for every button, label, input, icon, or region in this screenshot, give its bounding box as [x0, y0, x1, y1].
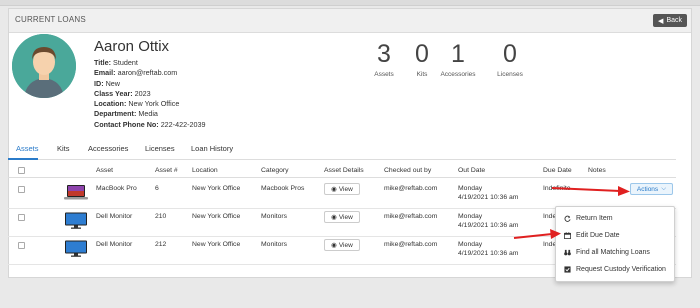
tab-loan-history[interactable]: Loan History: [191, 144, 233, 153]
table-header: Asset Asset # Location Category Asset De…: [8, 164, 676, 178]
person-avatar-icon: [12, 34, 76, 98]
detail-class-year: Class Year: 2023: [94, 88, 151, 98]
cell-out-day: Monday: [458, 213, 483, 220]
detail-phone: Contact Phone No: 222-422-2039: [94, 119, 206, 129]
cell-out-time: 4/19/2021 10:36 am: [458, 222, 519, 229]
tab-kits[interactable]: Kits: [57, 144, 70, 153]
view-button[interactable]: ◉ View: [324, 239, 360, 251]
actions-dropdown-menu: Return Item Edit Due Date Find all Match…: [555, 206, 675, 282]
tab-assets[interactable]: Assets: [16, 144, 39, 153]
tab-licenses[interactable]: Licenses: [145, 144, 175, 153]
cell-asset-number: 212: [155, 241, 167, 248]
detail-id: ID: New: [94, 78, 120, 88]
cell-checked-out-by: mike@reftab.com: [384, 185, 438, 192]
checkbox-icon: [564, 266, 571, 273]
detail-location: Location: New York Office: [94, 99, 180, 109]
cell-asset-number: 210: [155, 213, 167, 220]
view-button[interactable]: ◉ View: [324, 183, 360, 195]
cell-asset: MacBook Pro: [96, 185, 137, 192]
tab-accessories[interactable]: Accessories: [88, 144, 128, 153]
col-asset: Asset: [96, 167, 113, 174]
col-category: Category: [261, 167, 289, 174]
col-checked-out-by: Checked out by: [384, 167, 432, 174]
cell-asset-number: 6: [155, 185, 159, 192]
back-button[interactable]: ◀ Back: [653, 14, 687, 27]
monitor-image: [65, 212, 87, 229]
cell-out-day: Monday: [458, 185, 483, 192]
user-details: Title: Student Email: aaron@reftab.com I…: [94, 58, 205, 130]
detail-title: Title: Student: [94, 58, 138, 67]
row-checkbox[interactable]: [18, 242, 25, 249]
eye-icon: ◉: [331, 214, 337, 221]
active-tab-indicator: [8, 158, 38, 160]
row-checkbox[interactable]: [18, 186, 25, 193]
calendar-icon: [564, 232, 571, 239]
loan-tabs: Assets Kits Accessories Licenses Loan Hi…: [8, 140, 676, 160]
laptop-image: [64, 185, 88, 200]
panel-header: CURRENT LOANS ◀ Back: [9, 9, 691, 33]
cell-out-time: 4/19/2021 10:36 am: [458, 250, 519, 257]
col-location: Location: [192, 167, 218, 174]
eye-icon: ◉: [331, 242, 337, 249]
cell-location: New York Office: [192, 185, 241, 192]
menu-item-request-custody-verification[interactable]: Request Custody Verification: [564, 266, 666, 273]
cell-asset: Dell Monitor: [96, 213, 133, 220]
actions-button[interactable]: Actions ⌵: [630, 183, 673, 195]
back-arrow-icon: ◀: [658, 17, 664, 25]
col-asset-details: Asset Details: [324, 167, 364, 174]
menu-item-return-item[interactable]: Return Item: [564, 215, 613, 222]
cell-location: New York Office: [192, 213, 241, 220]
stat-accessories: 1 Accessories: [440, 40, 476, 78]
detail-email: Email: aaron@reftab.com: [94, 68, 178, 78]
cell-category: Monitors: [261, 213, 288, 220]
cell-out-day: Monday: [458, 241, 483, 248]
back-button-label: Back: [666, 17, 682, 24]
cell-checked-out-by: mike@reftab.com: [384, 241, 438, 248]
monitor-image: [65, 240, 87, 257]
refresh-icon: [564, 215, 571, 222]
user-name: Aaron Ottix: [94, 38, 170, 55]
view-button[interactable]: ◉ View: [324, 211, 360, 223]
col-out-date: Out Date: [458, 167, 486, 174]
cell-category: Macbook Pros: [261, 185, 305, 192]
cell-asset: Dell Monitor: [96, 241, 133, 248]
cell-checked-out-by: mike@reftab.com: [384, 213, 438, 220]
binoculars-icon: [564, 249, 571, 256]
col-due-date: Due Date: [543, 167, 572, 174]
menu-item-find-matching-loans[interactable]: Find all Matching Loans: [564, 249, 650, 256]
stat-licenses: 0 Licenses: [497, 40, 523, 78]
select-all-checkbox[interactable]: [18, 167, 25, 174]
menu-item-edit-due-date[interactable]: Edit Due Date: [564, 232, 620, 239]
avatar: [12, 34, 76, 98]
annotation-arrow-edit-due-date: [513, 229, 561, 239]
col-notes: Notes: [588, 167, 606, 174]
top-toolbar-strip: [0, 0, 700, 6]
cell-location: New York Office: [192, 241, 241, 248]
panel-title: CURRENT LOANS: [15, 15, 86, 24]
cell-category: Monitors: [261, 241, 288, 248]
col-asset-number: Asset #: [155, 167, 178, 174]
detail-department: Department: Media: [94, 109, 158, 119]
chevron-down-icon: ⌵: [661, 185, 667, 192]
eye-icon: ◉: [331, 186, 337, 193]
row-checkbox[interactable]: [18, 214, 25, 221]
cell-out-time: 4/19/2021 10:36 am: [458, 194, 519, 201]
annotation-arrow-actions: [551, 186, 630, 196]
